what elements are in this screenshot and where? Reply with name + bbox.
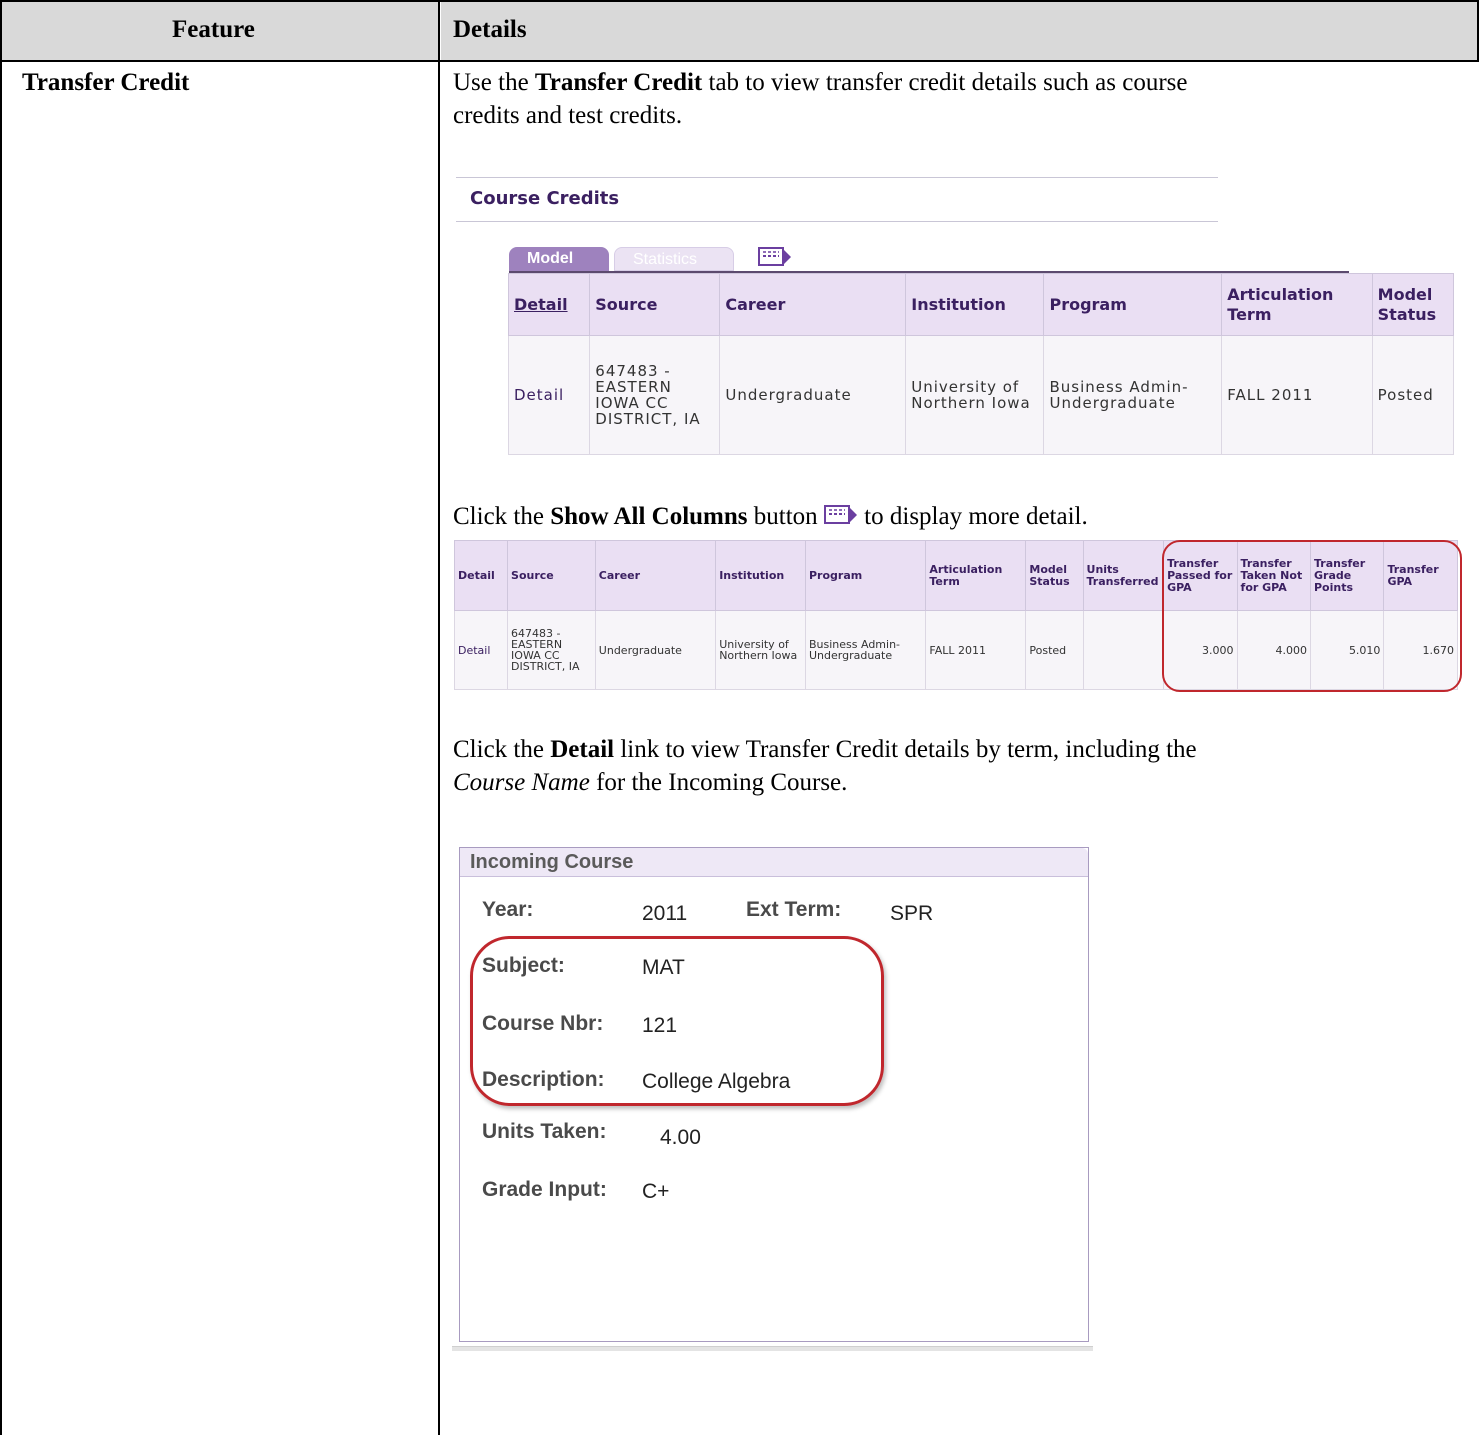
intro-text-1: Use the	[453, 69, 535, 96]
feature-name: Transfer Credit	[22, 69, 190, 96]
x-cell-career: Undergraduate	[594, 610, 717, 690]
table-row: Detail 647483 - EASTERN IOWA CC DISTRICT…	[507, 335, 1455, 455]
course-credits-top-rule	[456, 177, 1218, 178]
detail-link[interactable]: Detail	[507, 335, 591, 455]
show-all-text-1: Click the	[453, 503, 551, 530]
grade-input-value: C+	[642, 1180, 670, 1203]
cell-program: Business Admin-Undergraduate	[1043, 335, 1223, 455]
x-col-source[interactable]: Source	[507, 540, 596, 611]
header-feature: Feature	[172, 16, 255, 43]
incoming-course-title: Incoming Course	[470, 851, 634, 873]
column-divider	[438, 0, 440, 1435]
units-taken-value: 4.00	[660, 1126, 701, 1149]
x-col-model-status[interactable]: Model Status	[1025, 540, 1084, 611]
incoming-course-header: Incoming Course	[460, 848, 1088, 877]
course-credits-bottom-rule	[456, 221, 1218, 222]
x-col-articulation-term[interactable]: Articulation Term	[925, 540, 1027, 611]
grade-input-label: Grade Input:	[482, 1178, 607, 1201]
header-details: Details	[453, 16, 527, 43]
x-col-units-transferred[interactable]: Units Transferred	[1082, 540, 1165, 611]
x-cell-articulation-term: FALL 2011	[925, 610, 1027, 690]
course-credits-title: Course Credits	[470, 188, 620, 209]
col-source[interactable]: Source	[589, 273, 721, 336]
panel-shadow	[452, 1346, 1093, 1351]
show-all-emphasis: Show All Columns	[550, 503, 748, 530]
course-credits-table: Detail Source Career Institution Program…	[507, 273, 1455, 455]
show-all-text-3: to display more detail.	[857, 503, 1088, 530]
x-col-detail[interactable]: Detail	[453, 540, 509, 611]
tab-model[interactable]: Model	[509, 247, 609, 271]
cell-institution: University of Northern Iowa	[905, 335, 1045, 455]
tab-statistics[interactable]: Statistics	[614, 247, 734, 271]
intro-emphasis: Transfer Credit	[534, 69, 703, 96]
x-detail-link[interactable]: Detail	[453, 610, 509, 690]
header-bottom-border	[0, 60, 1479, 62]
header-details-cell	[441, 2, 1477, 60]
x-col-institution[interactable]: Institution	[715, 540, 806, 611]
cell-career: Undergraduate	[719, 335, 907, 455]
table-header-row: Detail Source Career Institution Program…	[507, 273, 1455, 336]
feature-details-table: Feature Details Transfer Credit Use the …	[0, 0, 1479, 1435]
x-cell-model-status: Posted	[1025, 610, 1084, 690]
detail-text-1: Click the	[453, 736, 551, 763]
show-all-text-2: button	[747, 503, 824, 530]
x-col-career[interactable]: Career	[594, 540, 717, 611]
transfer-columns-highlight	[1162, 540, 1462, 692]
intro-text-2: tab to view transfer credit details such…	[702, 69, 1188, 96]
course-name-emphasis: Course Name	[453, 769, 590, 796]
x-cell-program: Business Admin-Undergraduate	[804, 610, 927, 690]
show-all-columns-paragraph: Click the Show All Columns button to dis…	[453, 500, 1473, 533]
units-taken-label: Units Taken:	[482, 1120, 607, 1143]
show-all-columns-icon[interactable]	[758, 246, 792, 268]
show-all-columns-inline-icon	[823, 505, 857, 524]
detail-paragraph: Click the Detail link to view Transfer C…	[453, 733, 1463, 799]
cell-source: 647483 - EASTERN IOWA CC DISTRICT, IA	[589, 335, 721, 455]
col-model-status[interactable]: Model Status	[1371, 273, 1455, 336]
x-cell-units-transferred	[1082, 610, 1165, 690]
col-career[interactable]: Career	[719, 273, 907, 336]
table-left-border	[0, 0, 2, 1435]
year-value: 2011	[642, 902, 688, 925]
x-cell-institution: University of Northern Iowa	[715, 610, 806, 690]
col-detail[interactable]: Detail	[507, 273, 591, 336]
table-top-border	[0, 0, 1479, 2]
intro-paragraph: Use the Transfer Credit tab to view tran…	[453, 66, 1453, 132]
x-cell-source: 647483 - EASTERN IOWA CC DISTRICT, IA	[507, 610, 596, 690]
col-articulation-term[interactable]: Articulation Term	[1221, 273, 1373, 336]
col-program[interactable]: Program	[1043, 273, 1223, 336]
cell-model-status: Posted	[1371, 335, 1455, 455]
detail-emphasis: Detail	[550, 736, 615, 763]
ext-term-value: SPR	[890, 902, 934, 925]
year-label: Year:	[482, 898, 534, 921]
x-col-program[interactable]: Program	[804, 540, 927, 611]
detail-text-3: for the Incoming Course.	[589, 769, 848, 796]
detail-text-2: link to view Transfer Credit details by …	[614, 736, 1197, 763]
cell-articulation-term: FALL 2011	[1221, 335, 1373, 455]
course-details-highlight	[470, 936, 884, 1106]
col-institution[interactable]: Institution	[905, 273, 1045, 336]
ext-term-label: Ext Term:	[746, 898, 842, 921]
intro-text-3: credits and test credits.	[453, 102, 683, 129]
